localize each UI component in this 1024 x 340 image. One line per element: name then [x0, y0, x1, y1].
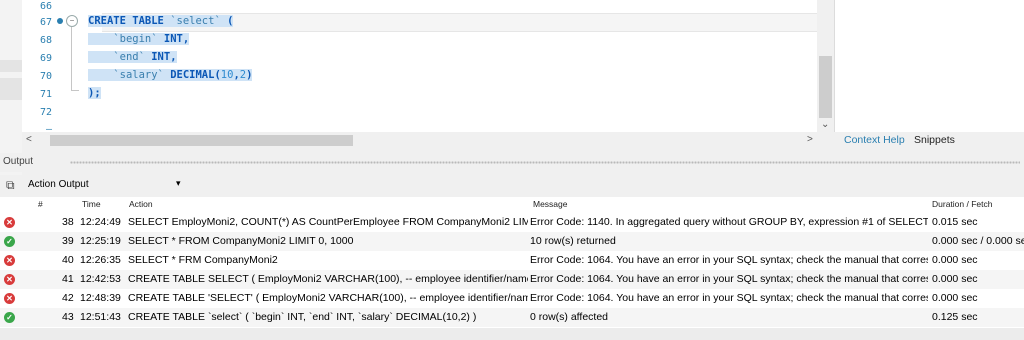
row-num: 43: [62, 311, 74, 323]
table-row[interactable]: ✕ 41 12:42:53 CREATE TABLE SELECT ( Empl…: [0, 270, 1024, 289]
code-line-67[interactable]: CREATE TABLE `select` (: [88, 13, 234, 30]
line-number: 68: [39, 35, 52, 46]
drag-handle[interactable]: [70, 161, 1020, 164]
row-duration: 0.015 sec: [932, 216, 978, 228]
row-message: Error Code: 1064. You have an error in y…: [530, 292, 928, 304]
row-action: SELECT * FRM CompanyMoni2: [128, 254, 278, 266]
table-row[interactable]: ✕ 40 12:26:35 SELECT * FRM CompanyMoni2 …: [0, 251, 1024, 270]
row-action: CREATE TABLE `select` ( `begin` INT, `en…: [128, 311, 477, 323]
line-number: 67: [39, 17, 52, 28]
number: 10: [220, 69, 234, 81]
identifier: `select`: [170, 15, 221, 27]
row-duration: 0.000 sec: [932, 273, 978, 285]
row-time: 12:24:49: [80, 216, 121, 228]
identifier: `salary`: [113, 69, 164, 81]
column-header-action[interactable]: Action: [129, 197, 153, 212]
row-message: Error Code: 1140. In aggregated query wi…: [530, 216, 928, 228]
action-output-grid: # Time Action Message Duration / Fetch ✕…: [0, 197, 1024, 328]
output-title: Output: [3, 156, 34, 167]
line-number: 72: [39, 107, 52, 118]
x-circle-icon: ✕: [4, 255, 15, 266]
column-header-duration[interactable]: Duration / Fetch: [932, 197, 992, 212]
output-toolbar: ⧉ Action Output ▾: [0, 175, 1024, 197]
column-header-num[interactable]: #: [38, 197, 43, 212]
row-duration: 0.125 sec: [932, 311, 978, 323]
scrollbar-thumb[interactable]: [50, 135, 353, 146]
row-time: 12:42:53: [80, 273, 121, 285]
status-bar: [0, 328, 1024, 340]
column-header-message[interactable]: Message: [533, 197, 568, 212]
scroll-right-icon[interactable]: >: [807, 134, 813, 145]
punctuation: (: [220, 15, 234, 27]
x-circle-icon: ✕: [4, 293, 15, 304]
keyword: CREATE TABLE: [88, 15, 171, 27]
row-num: 41: [62, 273, 74, 285]
row-action: CREATE TABLE 'SELECT' ( EmployMoni2 VARC…: [128, 292, 528, 304]
scroll-left-icon[interactable]: <: [26, 134, 32, 145]
context-help-panel: [834, 0, 1024, 132]
right-panel-tabs: Context Help Snippets: [834, 132, 1024, 149]
x-circle-icon: ✕: [4, 217, 15, 228]
check-circle-icon: ✓: [4, 236, 15, 247]
sidebar-band: [0, 60, 22, 72]
keyword: INT,: [144, 51, 177, 63]
punctuation: );: [88, 87, 101, 99]
x-circle-icon: ✕: [4, 274, 15, 285]
column-header-time[interactable]: Time: [82, 197, 101, 212]
tab-context-help[interactable]: Context Help: [844, 134, 905, 146]
fold-toggle-icon[interactable]: −: [66, 15, 78, 27]
code-line-68[interactable]: `begin` INT,: [88, 31, 190, 48]
row-time: 12:26:35: [80, 254, 121, 266]
line-number: 69: [39, 53, 52, 64]
line-number: 71: [39, 89, 52, 100]
identifier: `begin`: [113, 33, 158, 45]
code-line-70[interactable]: `salary` DECIMAL(10,2): [88, 67, 253, 84]
table-row[interactable]: ✕ 38 12:24:49 SELECT EmployMoni2, COUNT(…: [0, 213, 1024, 232]
row-num: 40: [62, 254, 74, 266]
row-action: SELECT * FROM CompanyMoni2 LIMIT 0, 1000: [128, 235, 354, 247]
tab-snippets[interactable]: Snippets: [914, 134, 955, 146]
sidebar-band: [0, 78, 22, 100]
punctuation: ): [246, 69, 253, 81]
row-message: 10 row(s) returned: [530, 235, 616, 247]
code-line-69[interactable]: `end` INT,: [88, 49, 177, 66]
row-num: 38: [62, 216, 74, 228]
scroll-down-icon[interactable]: ⌄: [821, 119, 829, 130]
line-number: 70: [39, 71, 52, 82]
row-num: 39: [62, 235, 74, 247]
row-duration: 0.000 sec / 0.000 sec: [932, 235, 1024, 247]
row-message: Error Code: 1064. You have an error in y…: [530, 254, 928, 266]
table-row[interactable]: ✓ 39 12:25:19 SELECT * FROM CompanyMoni2…: [0, 232, 1024, 251]
sql-editor[interactable]: 66 67 68 69 70 71 72 – − CREATE TABLE `s…: [22, 0, 817, 132]
check-circle-icon: ✓: [4, 312, 15, 323]
scrollbar-thumb[interactable]: [819, 56, 832, 118]
identifier: `end`: [113, 51, 145, 63]
row-time: 12:48:39: [80, 292, 121, 304]
statement-marker-icon[interactable]: [57, 18, 63, 24]
line-number: 66: [39, 1, 52, 12]
row-num: 42: [62, 292, 74, 304]
table-row[interactable]: ✕ 42 12:48:39 CREATE TABLE 'SELECT' ( Em…: [0, 289, 1024, 308]
fold-guide: [71, 27, 72, 91]
chevron-down-icon[interactable]: ▾: [176, 178, 181, 189]
fold-guide-end: [71, 90, 79, 91]
code-line-71[interactable]: );: [88, 85, 101, 102]
row-action: SELECT EmployMoni2, COUNT(*) AS CountPer…: [128, 216, 528, 228]
output-type-select[interactable]: Action Output: [28, 179, 89, 190]
row-duration: 0.000 sec: [932, 254, 978, 266]
keyword: INT,: [157, 33, 190, 45]
row-action: CREATE TABLE SELECT ( EmployMoni2 VARCHA…: [128, 273, 528, 285]
row-time: 12:51:43: [80, 311, 121, 323]
row-time: 12:25:19: [80, 235, 121, 247]
copy-output-icon[interactable]: ⧉: [6, 178, 15, 193]
line-number: –: [45, 124, 52, 132]
table-row[interactable]: ✓ 43 12:51:43 CREATE TABLE `select` ( `b…: [0, 308, 1024, 327]
row-message: Error Code: 1064. You have an error in y…: [530, 273, 928, 285]
keyword: DECIMAL(: [163, 69, 221, 81]
output-panel-header: Output: [0, 153, 1024, 172]
row-duration: 0.000 sec: [932, 292, 978, 304]
row-message: 0 row(s) affected: [530, 311, 609, 323]
